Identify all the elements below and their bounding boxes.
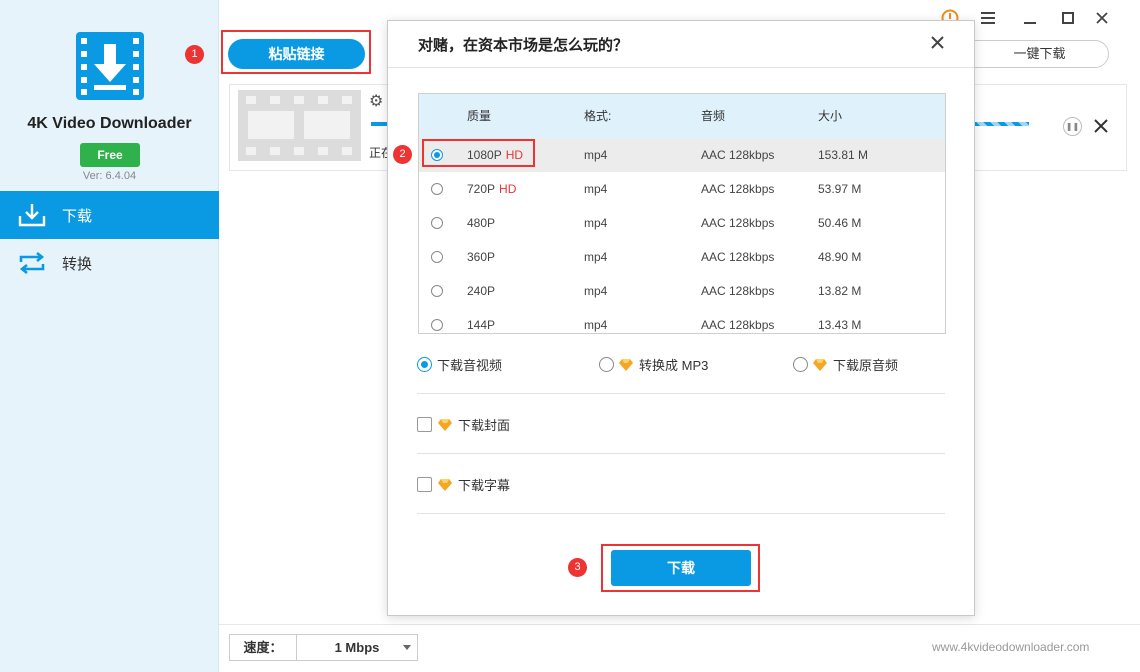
film-reel-icon: ⚙ bbox=[369, 93, 384, 110]
quality-cell: 240P bbox=[467, 284, 496, 298]
download-button[interactable]: 下载 bbox=[611, 550, 751, 586]
format-cell: mp4 bbox=[584, 318, 608, 332]
size-cell: 153.81 M bbox=[818, 148, 869, 162]
dialog-divider bbox=[388, 67, 974, 68]
size-cell: 50.46 M bbox=[818, 216, 862, 230]
option-label: 转换成 MP3 bbox=[639, 358, 709, 373]
step-marker-1: 1 bbox=[185, 45, 204, 64]
download-options-dialog: 对赌，在资本市场是怎么玩的？ 质量 格式: 音频 大小 1080P HD mp4 … bbox=[387, 20, 975, 616]
remove-download-icon[interactable] bbox=[1092, 117, 1109, 134]
radio-button[interactable] bbox=[793, 357, 808, 372]
paste-link-button[interactable]: 粘贴链接 bbox=[228, 39, 365, 69]
quality-cell: 720P HD bbox=[467, 182, 517, 196]
premium-diamond-icon bbox=[438, 418, 452, 431]
quality-cell: 360P bbox=[467, 250, 496, 264]
radio-button[interactable] bbox=[599, 357, 614, 372]
close-window-icon[interactable] bbox=[1092, 8, 1112, 28]
speed-value-text: 1 Mbps bbox=[334, 640, 380, 655]
format-cell: mp4 bbox=[584, 216, 608, 230]
download-tray-icon bbox=[16, 201, 48, 229]
audio-cell: AAC 128kbps bbox=[701, 284, 775, 298]
quality-table: 质量 格式: 音频 大小 1080P HD mp4 AAC 128kbps 153… bbox=[418, 93, 946, 334]
step-marker-3: 3 bbox=[568, 558, 587, 577]
chevron-down-icon bbox=[403, 645, 411, 650]
sidebar-item-download[interactable]: 下载 bbox=[0, 191, 219, 239]
size-cell: 53.97 M bbox=[818, 182, 862, 196]
version-label: Ver: 6.4.04 bbox=[82, 170, 137, 182]
checkbox-label: 下载字幕 bbox=[458, 478, 511, 493]
table-header: 质量 格式: 音频 大小 bbox=[419, 94, 945, 138]
footer-divider bbox=[219, 624, 1140, 625]
format-cell: mp4 bbox=[584, 148, 608, 162]
quality-row-144p[interactable]: 144P mp4 AAC 128kbps 13.43 M bbox=[419, 308, 945, 333]
quality-row-720p[interactable]: 720P HD mp4 AAC 128kbps 53.97 M bbox=[419, 172, 945, 206]
dialog-title: 对赌，在资本市场是怎么玩的？ bbox=[418, 37, 629, 54]
option-label: 下载原音频 bbox=[833, 358, 899, 373]
audio-cell: AAC 128kbps bbox=[701, 182, 775, 196]
quality-cell: 144P bbox=[467, 318, 496, 332]
checkbox-label: 下载封面 bbox=[458, 418, 511, 433]
speed-label: 速度： bbox=[230, 635, 297, 660]
size-cell: 13.43 M bbox=[818, 318, 862, 332]
radio-button[interactable] bbox=[431, 183, 443, 195]
option-label: 下载音视频 bbox=[437, 358, 503, 373]
app-name: 4K Video Downloader bbox=[27, 115, 192, 132]
divider bbox=[417, 513, 945, 514]
format-cell: mp4 bbox=[584, 284, 608, 298]
column-format: 格式: bbox=[584, 109, 612, 123]
option-download-video-audio[interactable]: 下载音视频 bbox=[417, 355, 502, 374]
menu-icon[interactable] bbox=[978, 8, 998, 28]
step2-highlight bbox=[422, 139, 535, 167]
audio-cell: AAC 128kbps bbox=[701, 250, 775, 264]
divider bbox=[417, 393, 945, 394]
quality-cell: 480P bbox=[467, 216, 496, 230]
quality-row-480p[interactable]: 480P mp4 AAC 128kbps 50.46 M bbox=[419, 206, 945, 240]
download-subtitles-checkbox[interactable]: 下载字幕 bbox=[417, 475, 510, 494]
radio-button[interactable] bbox=[431, 285, 443, 297]
minimize-icon[interactable] bbox=[1020, 8, 1040, 28]
website-link[interactable]: www.4kvideodownloader.com bbox=[932, 640, 1089, 654]
sidebar-item-label: 转换 bbox=[62, 255, 93, 273]
checkbox[interactable] bbox=[417, 417, 432, 432]
premium-diamond-icon bbox=[619, 358, 633, 371]
radio-button[interactable] bbox=[431, 251, 443, 263]
sidebar-item-label: 下载 bbox=[62, 207, 93, 225]
free-badge[interactable]: Free bbox=[80, 143, 140, 167]
video-thumbnail-icon bbox=[238, 90, 361, 161]
format-cell: mp4 bbox=[584, 250, 608, 264]
speed-value[interactable]: 1 Mbps bbox=[297, 635, 417, 660]
audio-cell: AAC 128kbps bbox=[701, 148, 775, 162]
quality-row-360p[interactable]: 360P mp4 AAC 128kbps 48.90 M bbox=[419, 240, 945, 274]
step-marker-2: 2 bbox=[393, 145, 412, 164]
checkbox[interactable] bbox=[417, 477, 432, 492]
close-icon[interactable] bbox=[928, 33, 946, 51]
maximize-icon[interactable] bbox=[1058, 8, 1078, 28]
radio-button[interactable] bbox=[431, 217, 443, 229]
progress-bar-indeterminate bbox=[973, 122, 1029, 126]
size-cell: 48.90 M bbox=[818, 250, 862, 264]
quality-row-240p[interactable]: 240P mp4 AAC 128kbps 13.82 M bbox=[419, 274, 945, 308]
column-audio: 音频 bbox=[701, 109, 726, 123]
premium-diamond-icon bbox=[813, 358, 827, 371]
format-cell: mp4 bbox=[584, 182, 608, 196]
speed-limit-select[interactable]: 速度： 1 Mbps bbox=[229, 634, 418, 661]
sidebar-item-convert[interactable]: 转换 bbox=[0, 239, 219, 287]
option-convert-mp3[interactable]: 转换成 MP3 bbox=[599, 355, 708, 374]
pause-icon[interactable]: ❚❚ bbox=[1063, 117, 1082, 136]
divider bbox=[417, 453, 945, 454]
option-download-original-audio[interactable]: 下载原音频 bbox=[793, 355, 898, 374]
column-quality: 质量 bbox=[467, 109, 492, 123]
size-cell: 13.82 M bbox=[818, 284, 862, 298]
sidebar: 4K Video Downloader Free Ver: 6.4.04 下载 … bbox=[0, 0, 219, 672]
audio-cell: AAC 128kbps bbox=[701, 216, 775, 230]
audio-cell: AAC 128kbps bbox=[701, 318, 775, 332]
app-logo-icon bbox=[76, 32, 144, 100]
column-size: 大小 bbox=[818, 109, 843, 123]
premium-diamond-icon bbox=[438, 478, 452, 491]
convert-arrows-icon bbox=[16, 249, 48, 277]
download-cover-checkbox[interactable]: 下载封面 bbox=[417, 415, 510, 434]
radio-button[interactable] bbox=[417, 357, 432, 372]
radio-button[interactable] bbox=[431, 319, 443, 331]
